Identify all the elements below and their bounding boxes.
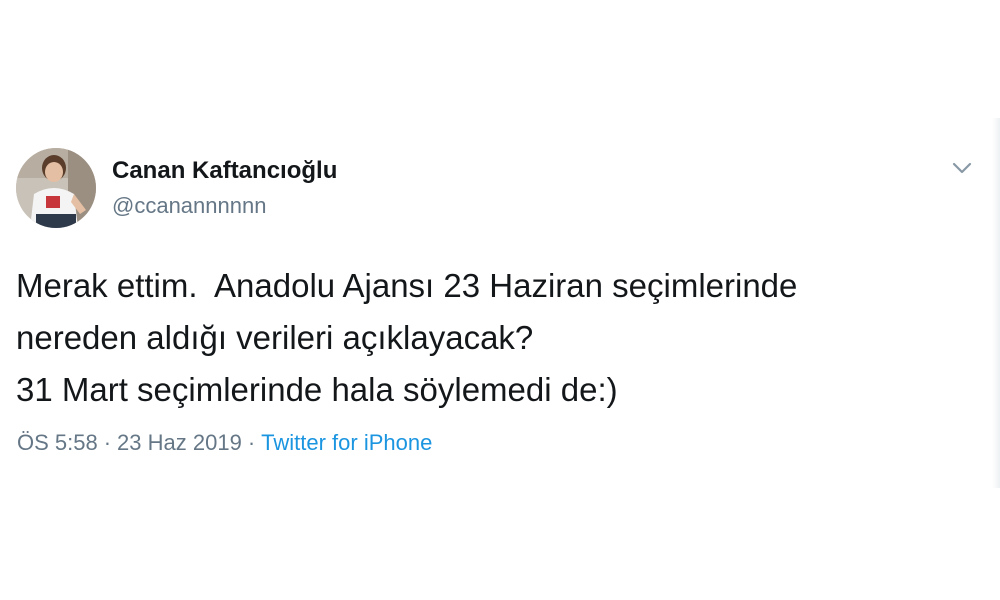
tweet-metadata: ÖS 5:58 · 23 Haz 2019 · Twitter for iPhone [17,428,432,458]
meta-separator: · [247,430,256,455]
tweet-author: Canan Kaftancıoğlu @ccanannnnnn [112,156,337,220]
tweet-date[interactable]: 23 Haz 2019 [117,430,242,455]
tweet-text-line: nereden aldığı verileri açıklayacak? [16,319,534,356]
tweet-source-link[interactable]: Twitter for iPhone [261,430,432,455]
tweet-time[interactable]: ÖS 5:58 [17,430,98,455]
tweet-text: Merak ettim. Anadolu Ajansı 23 Haziran s… [16,260,986,416]
chevron-down-icon[interactable] [950,158,974,178]
meta-separator: · [103,430,112,455]
tweet-card: Canan Kaftancıoğlu @ccanannnnnn Merak et… [0,0,1000,600]
author-handle[interactable]: @ccanannnnnn [112,192,337,220]
card-edge-divider [992,118,1000,488]
avatar[interactable] [16,148,96,228]
avatar-photo [16,148,96,228]
tweet-text-line: 31 Mart seçimlerinde hala söylemedi de:) [16,371,618,408]
author-display-name[interactable]: Canan Kaftancıoğlu [112,156,337,186]
tweet-text-line: Merak ettim. Anadolu Ajansı 23 Haziran s… [16,267,798,304]
